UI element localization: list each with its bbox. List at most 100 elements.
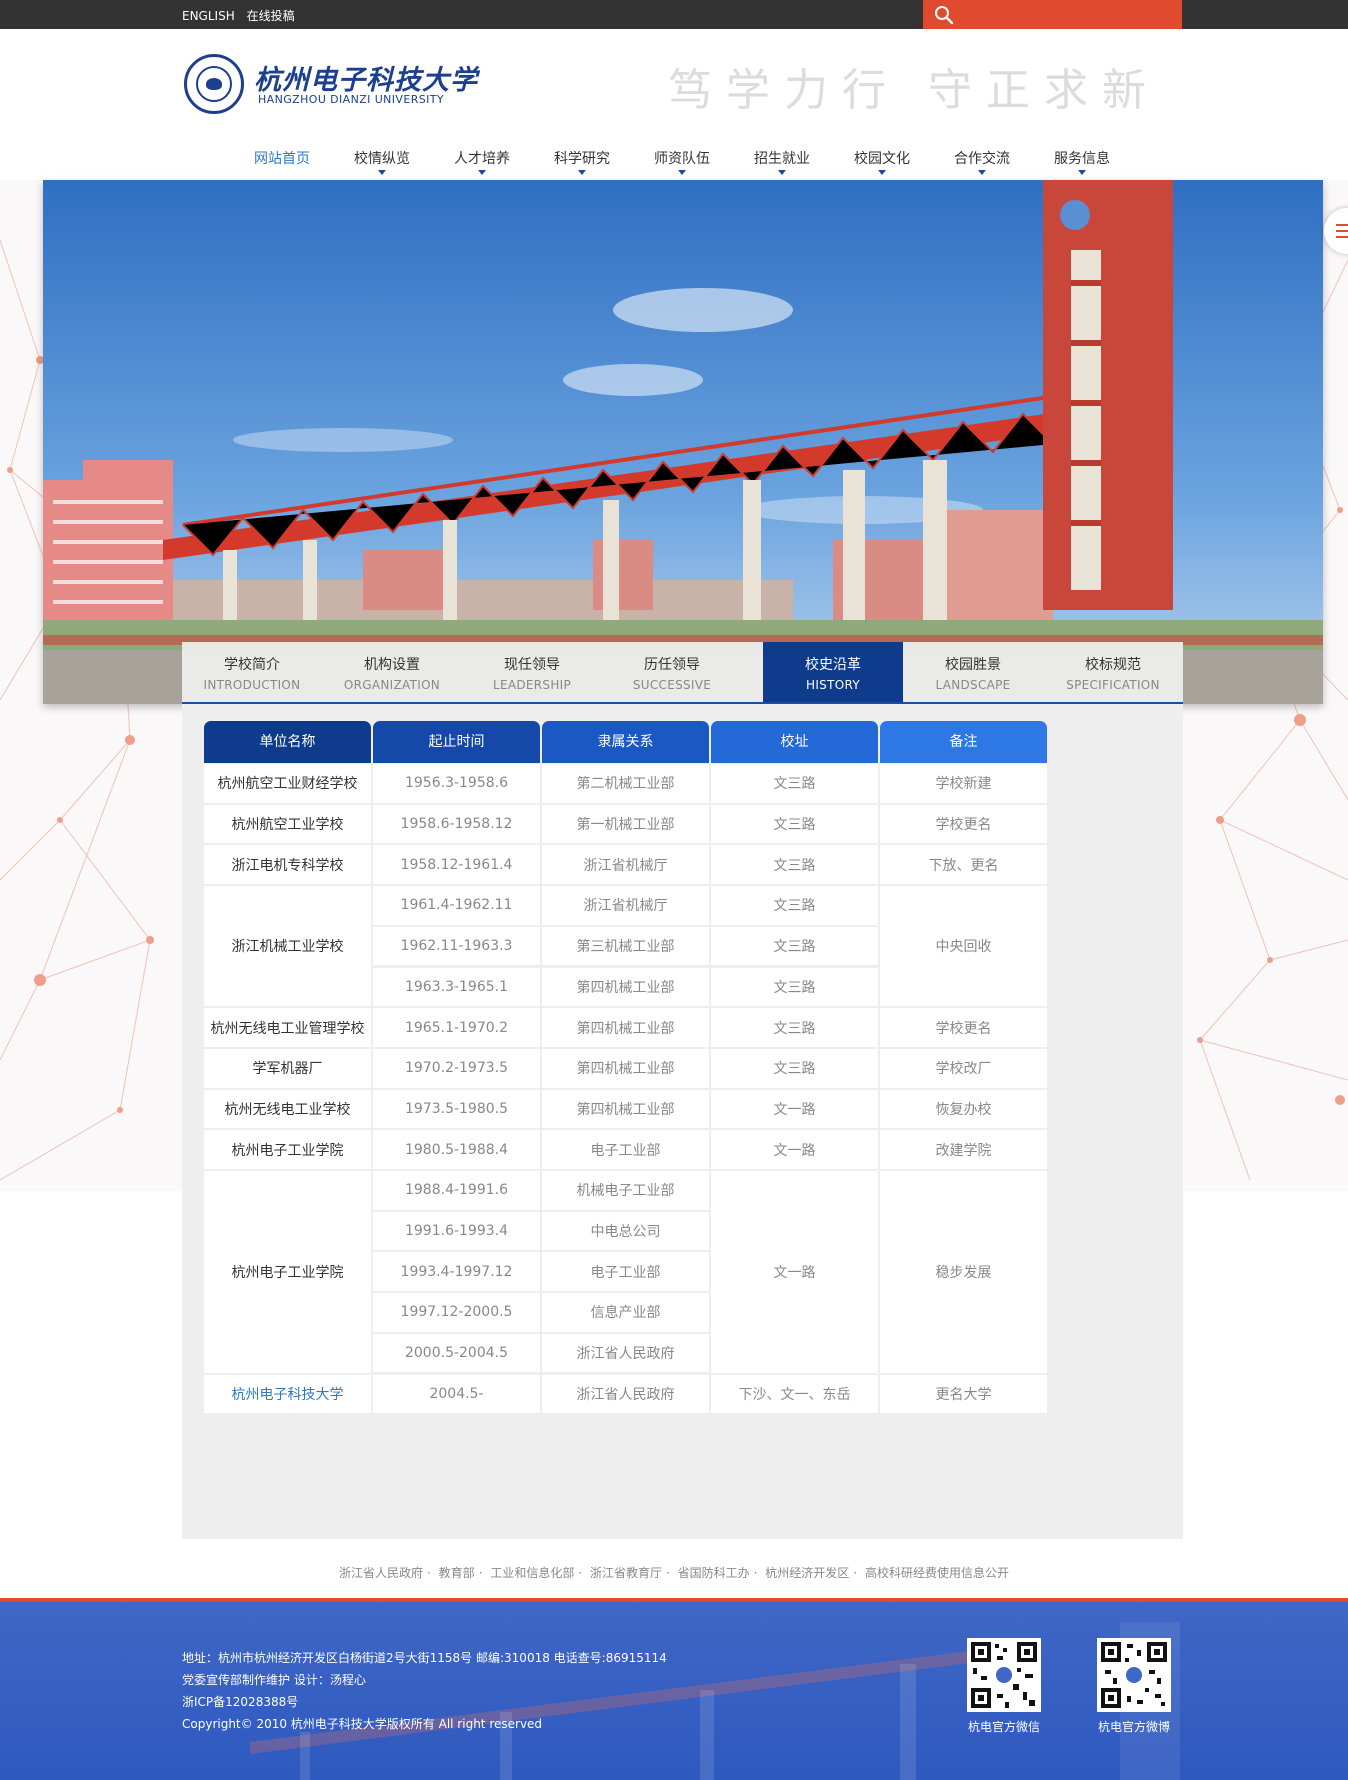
table-cell-affiliation: 第四机械工业部 xyxy=(542,1089,709,1129)
tab-landscape[interactable]: 校园胜景 LANDSCAPE xyxy=(903,642,1043,702)
top-bar: ENGLISH 在线投稿 xyxy=(0,0,1348,29)
tab-introduction[interactable]: 学校简介 INTRODUCTION xyxy=(182,642,322,702)
table-cell-name: 杭州航空工业财经学校 xyxy=(204,764,371,803)
table-cell-affiliation: 电子工业部 xyxy=(542,1252,709,1292)
nav-culture[interactable]: 校园文化 xyxy=(832,148,932,178)
qr-code-icon xyxy=(1101,1642,1167,1708)
table-cell-affiliation: 第一机械工业部 xyxy=(542,804,709,844)
site-footer: 地址：杭州市杭州经济开发区白杨街道2号大街1158号 邮编:310018 电话查… xyxy=(0,1598,1348,1780)
table-cell-remark: 学校新建 xyxy=(880,764,1047,803)
table-cell-affiliation: 中电总公司 xyxy=(542,1211,709,1251)
footer-link[interactable]: 教育部 xyxy=(439,1566,475,1580)
footer-link[interactable]: 浙江省人民政府 xyxy=(339,1566,423,1580)
menu-icon-bar xyxy=(1336,230,1348,232)
search-box[interactable] xyxy=(923,0,1182,29)
table-cell-remark: 中央回收 xyxy=(880,886,1047,1007)
tab-sublabel: INTRODUCTION xyxy=(203,678,301,692)
footer-info: 地址：杭州市杭州经济开发区白杨街道2号大街1158号 邮编:310018 电话查… xyxy=(182,1647,667,1735)
table-cell-site: 文一路 xyxy=(711,1089,878,1129)
tab-label: 校园胜景 xyxy=(945,657,1001,673)
footer-link[interactable]: 高校科研经费使用信息公开 xyxy=(865,1566,1009,1580)
english-link[interactable]: ENGLISH xyxy=(182,9,235,23)
table-cell-site: 文三路 xyxy=(711,967,878,1007)
footer-address: 地址：杭州市杭州经济开发区白杨街道2号大街1158号 邮编:310018 电话查… xyxy=(182,1651,667,1665)
nav-label: 网站首页 xyxy=(254,151,310,167)
emblem-core xyxy=(206,78,222,90)
logo-chinese-name[interactable]: 杭州电子科技大学 xyxy=(254,58,478,97)
nav-label: 校情纵览 xyxy=(354,151,410,167)
section-tabs: 学校简介 INTRODUCTION 机构设置 ORGANIZATION 现任领导 LE… xyxy=(182,642,1183,704)
nav-overview[interactable]: 校情纵览 xyxy=(332,148,432,178)
footer-link[interactable]: 工业和信息化部 xyxy=(490,1566,574,1580)
footer-maintainer: 党委宣传部制作维护 设计：汤程心 xyxy=(182,1673,366,1687)
table-cell-period: 1991.6-1993.4 xyxy=(373,1211,540,1251)
table-cell-site: 文三路 xyxy=(711,926,878,966)
table-cell-affiliation: 第四机械工业部 xyxy=(542,1048,709,1088)
table-cell-affiliation: 第四机械工业部 xyxy=(542,1008,709,1047)
table-cell-name: 浙江机械工业学校 xyxy=(204,886,371,1007)
tab-successive[interactable]: 历任领导 SUCCESSIVE xyxy=(602,642,742,702)
table-cell-affiliation: 浙江省人民政府 xyxy=(542,1374,709,1414)
footer-link[interactable]: 杭州经济开发区 xyxy=(765,1566,849,1580)
table-cell-site: 文三路 xyxy=(711,804,878,844)
table-cell-name: 杭州电子工业学院 xyxy=(204,1130,371,1169)
tab-organization[interactable]: 机构设置 ORGANIZATION xyxy=(322,642,462,702)
nav-research[interactable]: 科学研究 xyxy=(532,148,632,178)
table-cell-affiliation: 第三机械工业部 xyxy=(542,926,709,966)
tab-sublabel: SUCCESSIVE xyxy=(632,678,712,692)
nav-faculty[interactable]: 师资队伍 xyxy=(632,148,732,178)
table-cell-affiliation: 信息产业部 xyxy=(542,1293,709,1332)
table-cell-site: 文三路 xyxy=(711,886,878,925)
table-cell-name[interactable]: 杭州电子科技大学 xyxy=(204,1374,371,1414)
table-cell-site: 文三路 xyxy=(711,845,878,885)
submit-link[interactable]: 在线投稿 xyxy=(247,9,295,23)
search-icon[interactable] xyxy=(933,4,955,26)
tab-sublabel: LEADERSHIP xyxy=(492,678,572,692)
caret-down-icon xyxy=(878,170,886,175)
nav-admission[interactable]: 招生就业 xyxy=(732,148,832,178)
nav-label: 师资队伍 xyxy=(654,151,710,167)
table-cell-remark: 改建学院 xyxy=(880,1130,1047,1169)
table-cell-remark: 学校更名 xyxy=(880,804,1047,844)
table-cell-period: 1970.2-1973.5 xyxy=(373,1048,540,1088)
table-cell-name: 杭州无线电工业管理学校 xyxy=(204,1008,371,1047)
table-cell-period: 1956.3-1958.6 xyxy=(373,764,540,803)
table-cell-affiliation: 机械电子工业部 xyxy=(542,1171,709,1210)
nav-label: 科学研究 xyxy=(554,151,610,167)
tab-specification[interactable]: 校标规范 SPECIFICATION xyxy=(1043,642,1183,702)
table-cell-affiliation: 第四机械工业部 xyxy=(542,967,709,1007)
footer-icp[interactable]: 浙ICP备12028388号 xyxy=(182,1691,667,1713)
tab-leadership[interactable]: 现任领导 LEADERSHIP xyxy=(462,642,602,702)
table-cell-period: 2004.5- xyxy=(373,1374,540,1414)
nav-services[interactable]: 服务信息 xyxy=(1032,148,1132,178)
table-cell-period: 1958.6-1958.12 xyxy=(373,804,540,844)
nav-home[interactable]: 网站首页 xyxy=(232,148,332,178)
footer-link[interactable]: 浙江省教育厅 xyxy=(590,1566,662,1580)
campus-banner-image xyxy=(43,180,1323,704)
menu-icon xyxy=(1336,224,1348,226)
table-cell-site: 文三路 xyxy=(711,1008,878,1047)
university-emblem[interactable] xyxy=(184,54,244,114)
tab-label: 机构设置 xyxy=(364,657,420,673)
table-cell-remark: 学校更名 xyxy=(880,1008,1047,1047)
wechat-qr-label: 杭电官方微信 xyxy=(967,1720,1040,1734)
weibo-qr-label: 杭电官方微博 xyxy=(1097,1720,1170,1734)
nav-label: 人才培养 xyxy=(454,151,510,167)
footer-link[interactable]: 省国防科工办 xyxy=(678,1566,750,1580)
table-cell-period: 1963.3-1965.1 xyxy=(373,967,540,1007)
tab-sublabel: ORGANIZATION xyxy=(343,678,441,692)
tab-sublabel: SPECIFICATION xyxy=(1066,678,1160,692)
table-header: 起止时间 xyxy=(373,721,540,763)
table-cell-period: 2000.5-2004.5 xyxy=(373,1333,540,1373)
table-cell-name: 杭州航空工业学校 xyxy=(204,804,371,844)
table-cell-affiliation: 第二机械工业部 xyxy=(542,764,709,803)
content-panel: 单位名称 起止时间 隶属关系 校址 备注 杭州航空工业财经学校 杭州航空工业学校浙… xyxy=(182,704,1183,1539)
table-cell-site: 文三路 xyxy=(711,1048,878,1088)
nav-education[interactable]: 人才培养 xyxy=(432,148,532,178)
table-cell-site: 下沙、文一、东岳 xyxy=(711,1374,878,1414)
tab-history[interactable]: 校史沿革 HISTORY xyxy=(763,642,903,702)
nav-cooperation[interactable]: 合作交流 xyxy=(932,148,1032,178)
weibo-qr-code xyxy=(1097,1638,1171,1712)
tab-label: 校标规范 xyxy=(1085,657,1141,673)
table-cell-period: 1958.12-1961.4 xyxy=(373,845,540,885)
